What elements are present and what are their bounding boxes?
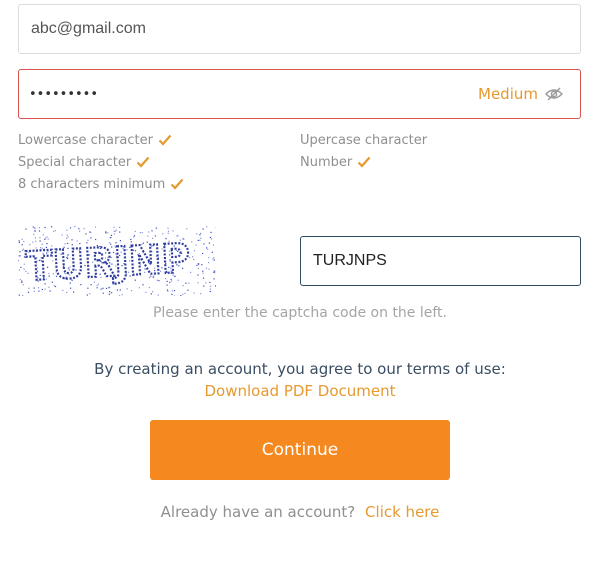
requirement-label: Special character — [18, 155, 132, 170]
download-pdf-link[interactable]: Download PDF Document — [0, 382, 596, 400]
requirement-label: Upercase character — [300, 133, 428, 148]
check-icon — [357, 156, 371, 168]
login-prompt: Already have an account? — [160, 503, 356, 521]
check-icon — [158, 134, 172, 146]
email-field[interactable] — [18, 4, 581, 54]
login-link[interactable]: Click here — [365, 503, 439, 521]
requirement-label: Lowercase character — [18, 133, 153, 148]
captcha-image: TURJNP — [18, 226, 216, 296]
password-strength-label: Medium — [478, 85, 538, 103]
continue-button[interactable]: Continue — [150, 420, 450, 480]
requirement-length: 8 characters minimum — [18, 177, 184, 192]
requirement-uppercase: Upercase character — [300, 133, 427, 148]
requirement-lowercase: Lowercase character — [18, 133, 172, 148]
captcha-text: TURJNP — [25, 236, 191, 291]
eye-slash-icon[interactable] — [545, 86, 563, 102]
captcha-graphic: TURJNP — [18, 226, 216, 296]
login-prompt-line: Already have an account? Click here — [0, 503, 596, 521]
email-input[interactable] — [29, 19, 553, 39]
requirement-special: Special character — [18, 155, 150, 170]
terms-text: By creating an account, you agree to our… — [94, 360, 506, 378]
check-icon — [136, 156, 150, 168]
password-masked-value: ••••••••• — [29, 87, 99, 102]
requirement-label: Number — [300, 155, 353, 170]
password-field[interactable]: ••••••••• Medium — [18, 69, 581, 119]
captcha-field[interactable] — [300, 236, 581, 286]
check-icon — [170, 178, 184, 190]
requirement-number: Number — [300, 155, 371, 170]
captcha-input[interactable] — [311, 251, 565, 271]
requirement-label: 8 characters minimum — [18, 177, 166, 192]
captcha-hint: Please enter the captcha code on the lef… — [152, 305, 447, 321]
